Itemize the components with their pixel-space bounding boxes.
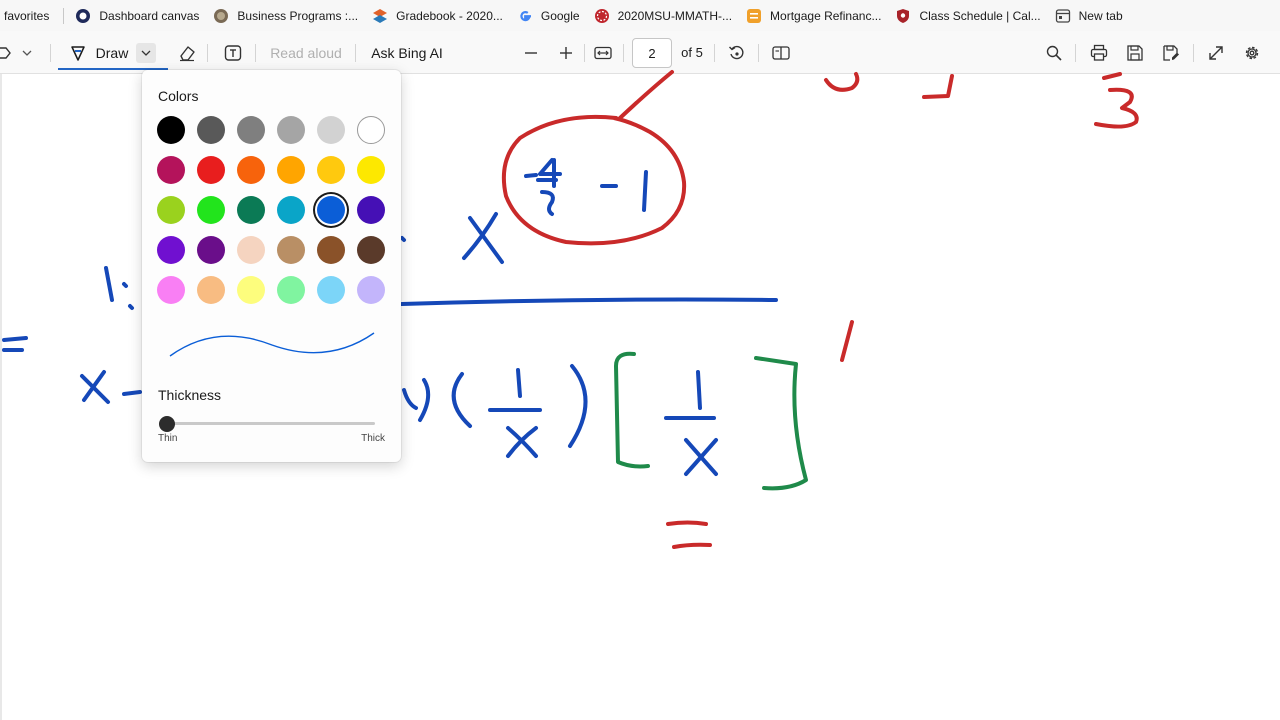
color-swatch[interactable] [317, 156, 345, 184]
color-swatch[interactable] [197, 156, 225, 184]
ink-stroke [666, 520, 708, 526]
color-swatch[interactable] [277, 116, 305, 144]
ink-stroke [614, 351, 650, 469]
ink-stroke [468, 216, 504, 264]
color-swatch[interactable] [237, 156, 265, 184]
ink-stroke [501, 114, 687, 246]
color-swatch[interactable] [157, 276, 185, 304]
ink-stroke [696, 370, 702, 410]
ink-stroke [400, 236, 406, 242]
ink-stroke [122, 282, 128, 288]
color-swatch[interactable] [237, 196, 265, 224]
color-swatch[interactable] [317, 116, 345, 144]
color-swatch[interactable] [157, 116, 185, 144]
ink-stroke [402, 388, 418, 410]
ink-stroke [122, 390, 142, 396]
ink-stroke [516, 368, 522, 398]
color-swatch[interactable] [277, 156, 305, 184]
color-swatch[interactable] [357, 236, 385, 264]
color-swatch[interactable] [357, 276, 385, 304]
red-ink [501, 70, 1139, 549]
ink-stroke [400, 297, 778, 306]
ink-stroke [618, 70, 674, 120]
thick-label: Thick [361, 433, 385, 444]
color-swatch[interactable] [197, 196, 225, 224]
stroke-preview [169, 332, 375, 357]
ink-stroke [824, 72, 860, 92]
ink-stroke [2, 336, 28, 342]
thickness-slider-track[interactable] [159, 422, 375, 425]
color-swatch[interactable] [317, 236, 345, 264]
color-swatch[interactable] [157, 196, 185, 224]
ink-stroke [1102, 72, 1122, 80]
ink-stroke [642, 170, 648, 212]
color-swatch[interactable] [237, 236, 265, 264]
color-swatch[interactable] [277, 276, 305, 304]
ink-stroke [922, 74, 954, 99]
color-swatch[interactable] [357, 116, 385, 144]
color-swatch[interactable] [197, 236, 225, 264]
color-swatch[interactable] [357, 196, 385, 224]
color-swatch[interactable] [157, 156, 185, 184]
ink-stroke [462, 212, 498, 260]
ink-stroke [538, 158, 562, 188]
ink-stroke [1094, 87, 1139, 129]
ink-stroke [840, 320, 854, 362]
ink-stroke [568, 364, 588, 448]
color-swatch[interactable] [357, 156, 385, 184]
color-swatch[interactable] [317, 276, 345, 304]
color-swatch[interactable] [317, 196, 345, 224]
ink-stroke [418, 378, 431, 422]
ink-stroke [540, 190, 555, 216]
thin-label: Thin [158, 433, 178, 444]
draw-options-flyout: Colors Thickness Thin Thick [142, 70, 401, 462]
color-swatch[interactable] [277, 196, 305, 224]
ink-stroke [524, 173, 538, 178]
ink-stroke [128, 304, 134, 310]
thickness-slider-thumb[interactable] [159, 416, 175, 432]
colors-heading: Colors [158, 88, 199, 104]
ink-stroke [754, 356, 808, 491]
color-swatch[interactable] [277, 236, 305, 264]
color-swatch[interactable] [197, 276, 225, 304]
ink-stroke [104, 266, 114, 302]
color-swatch[interactable] [237, 116, 265, 144]
color-swatch[interactable] [237, 276, 265, 304]
color-swatch[interactable] [157, 236, 185, 264]
ink-stroke [451, 372, 472, 428]
ink-stroke [672, 542, 712, 549]
color-swatch[interactable] [197, 116, 225, 144]
thickness-heading: Thickness [158, 387, 222, 403]
